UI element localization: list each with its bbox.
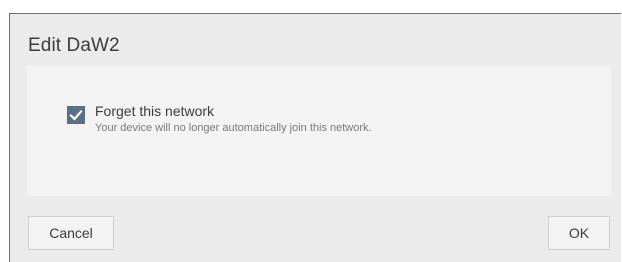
forget-network-option[interactable]: Forget this network Your device will no … (67, 103, 372, 135)
forget-network-checkbox[interactable] (67, 106, 85, 124)
dialog-content-panel: Forget this network Your device will no … (27, 66, 611, 196)
forget-network-description: Your device will no longer automatically… (95, 122, 372, 134)
checkmark-icon (69, 109, 83, 121)
option-text: Forget this network Your device will no … (95, 103, 372, 135)
dialog-title: Edit DaW2 (28, 35, 120, 56)
cancel-button[interactable]: Cancel (28, 216, 114, 250)
forget-network-label: Forget this network (95, 103, 215, 119)
ok-button[interactable]: OK (548, 216, 610, 250)
edit-network-dialog: Edit DaW2 Forget this network Your devic… (9, 13, 621, 262)
